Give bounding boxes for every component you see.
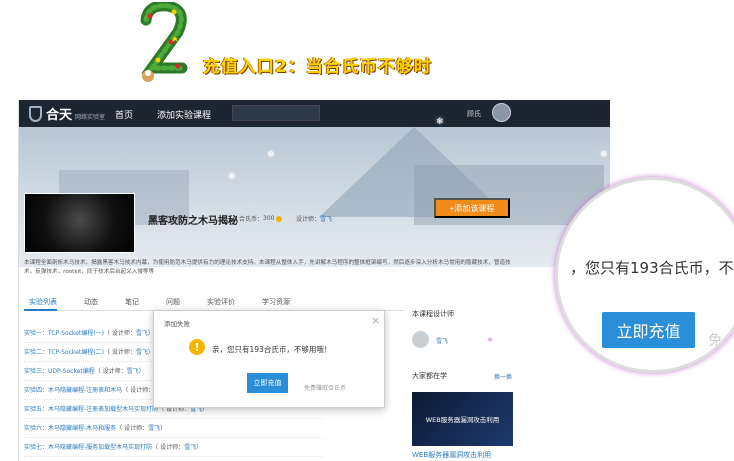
brand-name: 合天 bbox=[46, 108, 73, 123]
add-failed-dialog: 添加失败 × ! 亲，您只有193合氏币，不够用哦！ 立即充值 免费赚取合氏币 bbox=[153, 310, 385, 408]
list-item[interactable]: 实验六：木马隐藏编程-木马和服务（ 设计师：雪飞） bbox=[24, 419, 324, 438]
tab-notes[interactable]: 笔记 bbox=[120, 297, 139, 310]
snowflake-icon: ❄ bbox=[267, 150, 275, 160]
close-icon[interactable]: × bbox=[371, 314, 380, 327]
christmas-number-two-decoration bbox=[140, 2, 188, 82]
sidebar-designer-heading: 本课程设计师 bbox=[412, 310, 454, 318]
shield-logo-icon bbox=[29, 105, 42, 122]
list-item[interactable]: 实验七：木马隐藏编程-服务加载型木马实现打防（ 设计师：雪飞） bbox=[24, 438, 324, 457]
warning-icon: ! bbox=[189, 339, 205, 355]
top-navigation-bar: 合天 网络实验室 首页 添加实验课程 顾氏 bbox=[19, 100, 610, 127]
sidebar-designer-name[interactable]: 雪飞 bbox=[436, 336, 448, 345]
sidebar-refresh-link[interactable]: 换一换 bbox=[494, 372, 512, 381]
tab-activity[interactable]: 动态 bbox=[79, 297, 98, 310]
user-avatar[interactable] bbox=[492, 103, 511, 122]
price-value: 300 bbox=[263, 215, 275, 222]
sidebar-learning-heading: 大家都在学 bbox=[412, 372, 447, 380]
search-box[interactable] bbox=[232, 105, 320, 121]
dialog-message: 亲，您只有193合氏币，不够用哦！ bbox=[212, 345, 332, 354]
user-menu[interactable]: 顾氏 bbox=[467, 109, 481, 119]
sidebar-course-caption[interactable]: WEB服务器漏洞攻击利用 bbox=[412, 450, 491, 460]
magnified-faint-text: 免 bbox=[708, 333, 722, 349]
tab-resources[interactable]: 学习资源 bbox=[257, 297, 290, 310]
course-description: 本课程全面剖析木马技术，揭露黑客木马技术内幕，为使用防范木马提供有力的理论技术支… bbox=[24, 260, 511, 275]
snowflake-icon: ❄ bbox=[436, 117, 444, 127]
earn-coins-link[interactable]: 免费赚取合氏币 bbox=[304, 383, 346, 392]
coin-icon bbox=[276, 215, 283, 222]
course-price: 合氏币： 300 bbox=[239, 214, 283, 223]
designer-link[interactable]: 雪飞 bbox=[320, 216, 332, 223]
course-tabs: 实验列表 动态 笔记 问题 实验评价 学习资源 bbox=[24, 297, 404, 311]
sidebar-course-thumbnail[interactable]: WEB服务器漏洞攻击利用 bbox=[412, 392, 513, 446]
add-course-button[interactable]: +添加该课程 bbox=[434, 198, 510, 218]
tab-reviews[interactable]: 实验评价 bbox=[202, 297, 235, 310]
course-designer: 设计师：雪飞 bbox=[296, 216, 333, 223]
course-title: 黑客攻防之木马揭秘 bbox=[148, 216, 238, 227]
designer-avatar[interactable] bbox=[412, 331, 429, 348]
nav-add-lab-link[interactable]: 添加实验课程 bbox=[157, 108, 211, 121]
recharge-button[interactable]: 立即充值 bbox=[247, 373, 288, 393]
snowflake-icon: ❄ bbox=[600, 150, 608, 160]
search-input[interactable] bbox=[240, 110, 310, 116]
course-cover-image bbox=[24, 193, 135, 253]
dialog-title: 添加失败 bbox=[164, 320, 190, 328]
snowflake-icon: ❄ bbox=[228, 172, 236, 182]
nav-home-link[interactable]: 首页 bbox=[115, 108, 133, 121]
brand-logo[interactable]: 合天 网络实验室 bbox=[29, 104, 105, 123]
sidebar-designer-badge-icon: ⚛ bbox=[487, 336, 494, 344]
magnified-recharge-button[interactable]: 立即充值 bbox=[602, 312, 695, 348]
brand-subtitle: 网络实验室 bbox=[75, 114, 106, 121]
magnified-message: ，您只有193合氏币，不 bbox=[570, 259, 734, 277]
tab-experiment-list[interactable]: 实验列表 bbox=[24, 297, 57, 311]
caption-title: 充值入口2：当合氏币不够时 bbox=[203, 57, 432, 77]
tab-questions[interactable]: 问题 bbox=[161, 297, 180, 310]
